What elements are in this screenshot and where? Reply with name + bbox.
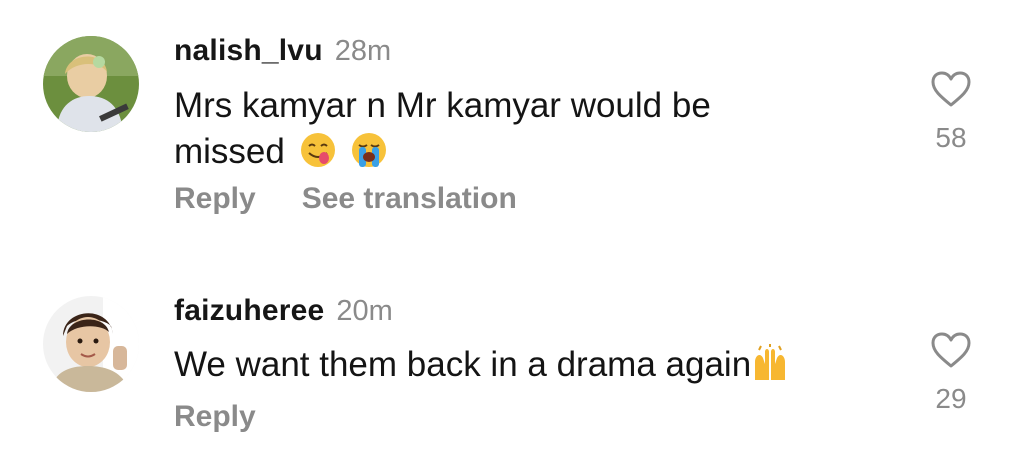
reply-button[interactable]: Reply — [174, 182, 256, 216]
username[interactable]: nalish_lvu — [174, 34, 323, 68]
avatar-photo — [43, 36, 139, 132]
timestamp: 28m — [334, 35, 392, 67]
like-control: 29 — [922, 331, 980, 415]
timestamp: 20m — [336, 295, 393, 327]
comment-text-line: Mrs kamyar n Mr kamyar would be — [174, 86, 711, 125]
avatar[interactable] — [43, 36, 139, 132]
comment-meta: faizuheree 20m — [174, 294, 393, 328]
heart-icon[interactable] — [930, 70, 972, 108]
like-count: 29 — [935, 383, 967, 414]
face-savoring-food-icon — [299, 131, 337, 169]
comment-actions: Reply — [174, 400, 302, 434]
username[interactable]: faizuheree — [174, 294, 324, 328]
comment-text-line: missed — [174, 132, 285, 171]
comment-text: We want them back in a drama again — [174, 342, 854, 388]
see-translation-button[interactable]: See translation — [302, 182, 517, 216]
like-count: 58 — [935, 122, 967, 153]
avatar[interactable] — [43, 296, 139, 392]
avatar-photo — [43, 296, 139, 392]
loudly-crying-face-icon — [350, 131, 388, 169]
raising-hands-icon — [751, 344, 789, 382]
comment-meta: nalish_lvu 28m — [174, 34, 391, 68]
comment-text: Mrs kamyar n Mr kamyar would be missed — [174, 83, 854, 175]
heart-icon[interactable] — [930, 331, 972, 369]
reply-button[interactable]: Reply — [174, 400, 256, 434]
like-control: 58 — [922, 70, 980, 154]
comment-text-line: We want them back in a drama again — [174, 345, 752, 384]
comment-actions: Reply See translation — [174, 182, 563, 216]
